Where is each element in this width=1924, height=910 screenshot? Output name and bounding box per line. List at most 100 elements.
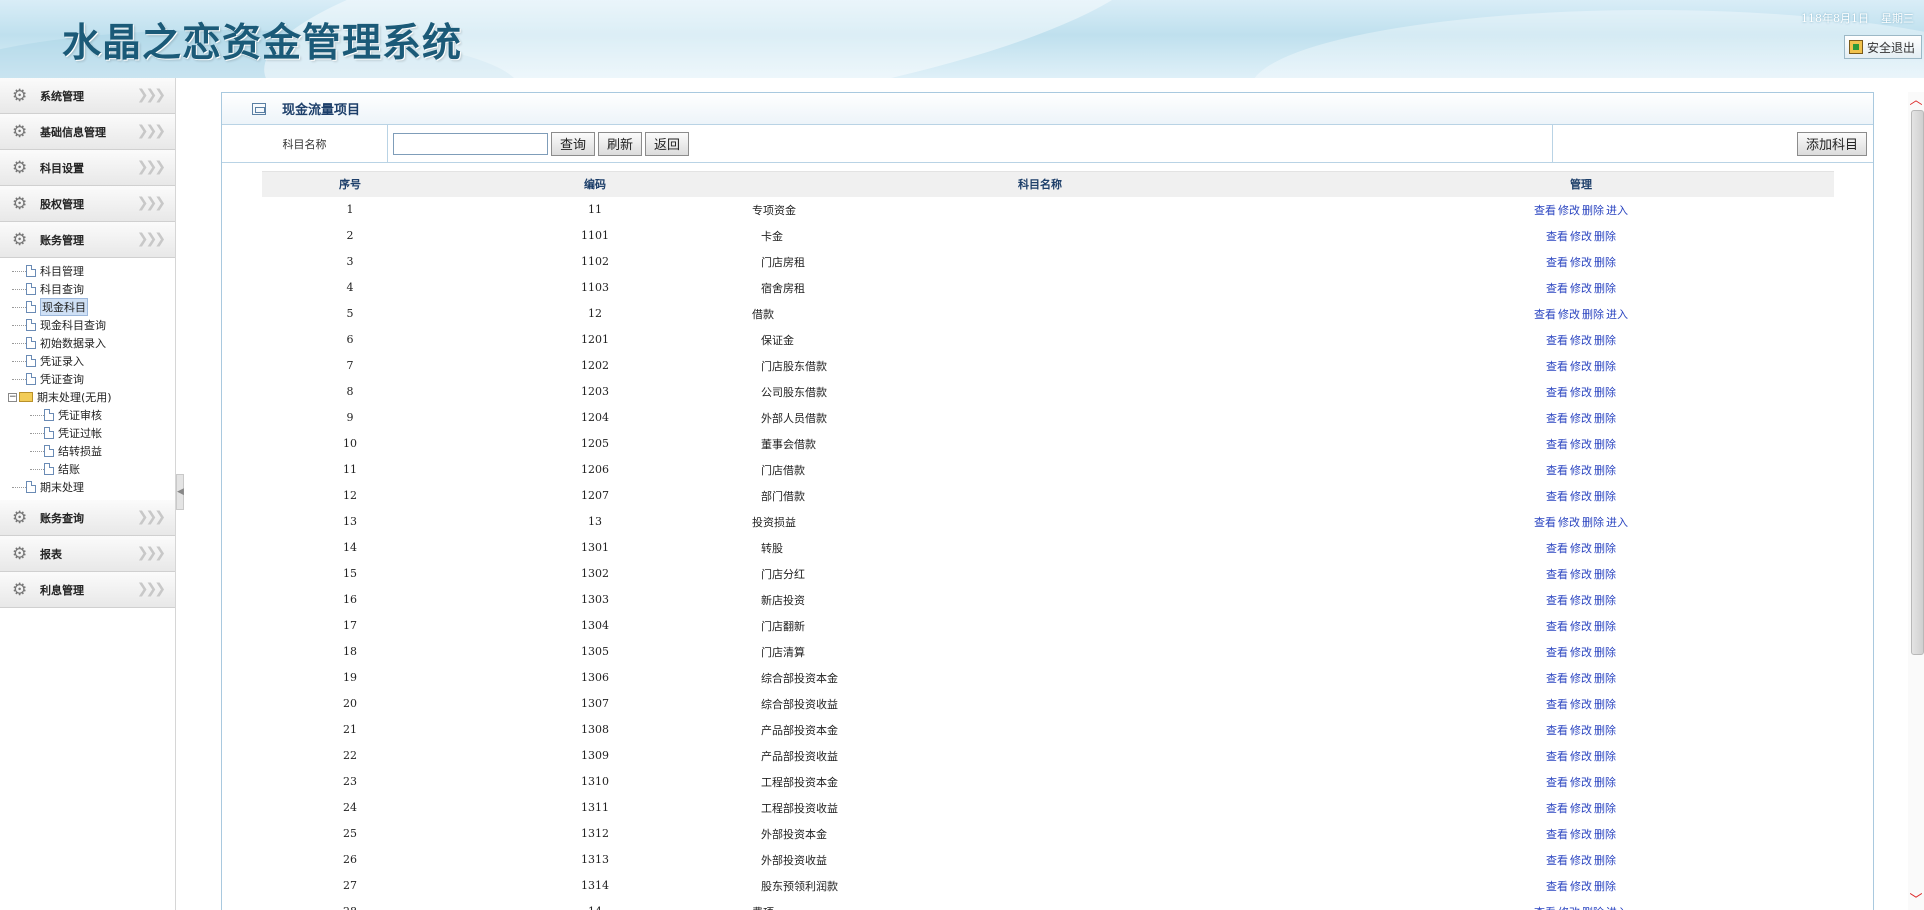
action-link[interactable]: 查看 [1546, 386, 1568, 399]
action-link[interactable]: 查看 [1546, 282, 1568, 295]
action-link[interactable]: 修改 [1570, 646, 1592, 659]
tree-item[interactable]: 期末处理 [6, 478, 175, 496]
action-link[interactable]: 查看 [1546, 542, 1568, 555]
sidebar-group[interactable]: ⚙ 报表 ❯❯❯ [0, 536, 175, 572]
action-link[interactable]: 删除 [1594, 620, 1616, 633]
action-link[interactable]: 修改 [1570, 386, 1592, 399]
action-link[interactable]: 查看 [1546, 230, 1568, 243]
action-link[interactable]: 删除 [1594, 646, 1616, 659]
action-link[interactable]: 查看 [1546, 724, 1568, 737]
tree-item[interactable]: 凭证审核 [6, 406, 175, 424]
action-link[interactable]: 修改 [1570, 750, 1592, 763]
action-link[interactable]: 修改 [1558, 516, 1580, 529]
action-link[interactable]: 查看 [1546, 880, 1568, 893]
action-link[interactable]: 进入 [1606, 906, 1628, 910]
refresh-button[interactable]: 刷新 [598, 131, 643, 156]
action-link[interactable]: 进入 [1606, 204, 1628, 217]
sidebar-group[interactable]: ⚙ 基础信息管理 ❯❯❯ [0, 114, 175, 150]
action-link[interactable]: 删除 [1594, 594, 1616, 607]
action-link[interactable]: 修改 [1570, 412, 1592, 425]
tree-item[interactable]: 科目管理 [6, 262, 175, 280]
search-input[interactable] [393, 132, 548, 155]
action-link[interactable]: 修改 [1558, 906, 1580, 910]
action-link[interactable]: 查看 [1534, 204, 1556, 217]
sidebar-group[interactable]: ⚙ 系统管理 ❯❯❯ [0, 78, 175, 114]
action-link[interactable]: 查看 [1546, 828, 1568, 841]
action-link[interactable]: 查看 [1546, 750, 1568, 763]
action-link[interactable]: 查看 [1546, 568, 1568, 581]
action-link[interactable]: 修改 [1570, 360, 1592, 373]
action-link[interactable]: 删除 [1594, 334, 1616, 347]
action-link[interactable]: 修改 [1570, 334, 1592, 347]
action-link[interactable]: 修改 [1558, 308, 1580, 321]
action-link[interactable]: 删除 [1594, 438, 1616, 451]
sidebar-group[interactable]: ⚙ 利息管理 ❯❯❯ [0, 572, 175, 608]
action-link[interactable]: 删除 [1582, 516, 1604, 529]
action-link[interactable]: 删除 [1594, 360, 1616, 373]
action-link[interactable]: 查看 [1546, 256, 1568, 269]
action-link[interactable]: 修改 [1570, 464, 1592, 477]
action-link[interactable]: 修改 [1558, 204, 1580, 217]
action-link[interactable]: 删除 [1594, 282, 1616, 295]
action-link[interactable]: 删除 [1594, 490, 1616, 503]
action-link[interactable]: 查看 [1534, 906, 1556, 910]
logout-button[interactable]: 安全退出 [1843, 35, 1922, 59]
action-link[interactable]: 查看 [1546, 698, 1568, 711]
action-link[interactable]: 修改 [1570, 594, 1592, 607]
action-link[interactable]: 进入 [1606, 516, 1628, 529]
action-link[interactable]: 删除 [1594, 880, 1616, 893]
action-link[interactable]: 修改 [1570, 620, 1592, 633]
action-link[interactable]: 删除 [1594, 386, 1616, 399]
scroll-thumb[interactable] [1911, 110, 1924, 655]
action-link[interactable]: 查看 [1546, 334, 1568, 347]
action-link[interactable]: 修改 [1570, 438, 1592, 451]
action-link[interactable]: 查看 [1546, 646, 1568, 659]
sidebar-group[interactable]: ⚙ 账务管理 ❯❯❯ [0, 222, 175, 258]
tree-item[interactable]: − 期末处理(无用) [6, 388, 175, 406]
action-link[interactable]: 删除 [1594, 256, 1616, 269]
query-button[interactable]: 查询 [551, 131, 596, 156]
action-link[interactable]: 删除 [1594, 542, 1616, 555]
tree-item[interactable]: 结账 [6, 460, 175, 478]
action-link[interactable]: 删除 [1594, 698, 1616, 711]
back-button[interactable]: 返回 [645, 131, 690, 156]
action-link[interactable]: 修改 [1570, 256, 1592, 269]
action-link[interactable]: 删除 [1594, 828, 1616, 841]
action-link[interactable]: 修改 [1570, 724, 1592, 737]
action-link[interactable]: 删除 [1594, 776, 1616, 789]
action-link[interactable]: 查看 [1546, 438, 1568, 451]
action-link[interactable]: 删除 [1594, 568, 1616, 581]
action-link[interactable]: 查看 [1546, 412, 1568, 425]
action-link[interactable]: 修改 [1570, 802, 1592, 815]
action-link[interactable]: 查看 [1546, 594, 1568, 607]
action-link[interactable]: 查看 [1546, 620, 1568, 633]
action-link[interactable]: 修改 [1570, 880, 1592, 893]
action-link[interactable]: 修改 [1570, 542, 1592, 555]
action-link[interactable]: 删除 [1594, 230, 1616, 243]
action-link[interactable]: 删除 [1594, 724, 1616, 737]
action-link[interactable]: 修改 [1570, 698, 1592, 711]
action-link[interactable]: 删除 [1582, 308, 1604, 321]
action-link[interactable]: 删除 [1594, 464, 1616, 477]
action-link[interactable]: 查看 [1546, 776, 1568, 789]
tree-item[interactable]: 初始数据录入 [6, 334, 175, 352]
tree-item[interactable]: 现金科目 [6, 298, 175, 316]
action-link[interactable]: 删除 [1582, 906, 1604, 910]
action-link[interactable]: 删除 [1594, 412, 1616, 425]
action-link[interactable]: 修改 [1570, 282, 1592, 295]
tree-item[interactable]: 科目查询 [6, 280, 175, 298]
scroll-up-arrow-icon[interactable]: ︿ [1908, 92, 1924, 110]
action-link[interactable]: 查看 [1546, 464, 1568, 477]
sidebar-group[interactable]: ⚙ 账务查询 ❯❯❯ [0, 500, 175, 536]
action-link[interactable]: 查看 [1546, 672, 1568, 685]
action-link[interactable]: 删除 [1594, 802, 1616, 815]
action-link[interactable]: 修改 [1570, 230, 1592, 243]
tree-item[interactable]: 现金科目查询 [6, 316, 175, 334]
action-link[interactable]: 修改 [1570, 776, 1592, 789]
tree-item[interactable]: 凭证查询 [6, 370, 175, 388]
action-link[interactable]: 查看 [1534, 308, 1556, 321]
action-link[interactable]: 查看 [1534, 516, 1556, 529]
tree-item[interactable]: 凭证录入 [6, 352, 175, 370]
action-link[interactable]: 删除 [1594, 750, 1616, 763]
action-link[interactable]: 修改 [1570, 568, 1592, 581]
